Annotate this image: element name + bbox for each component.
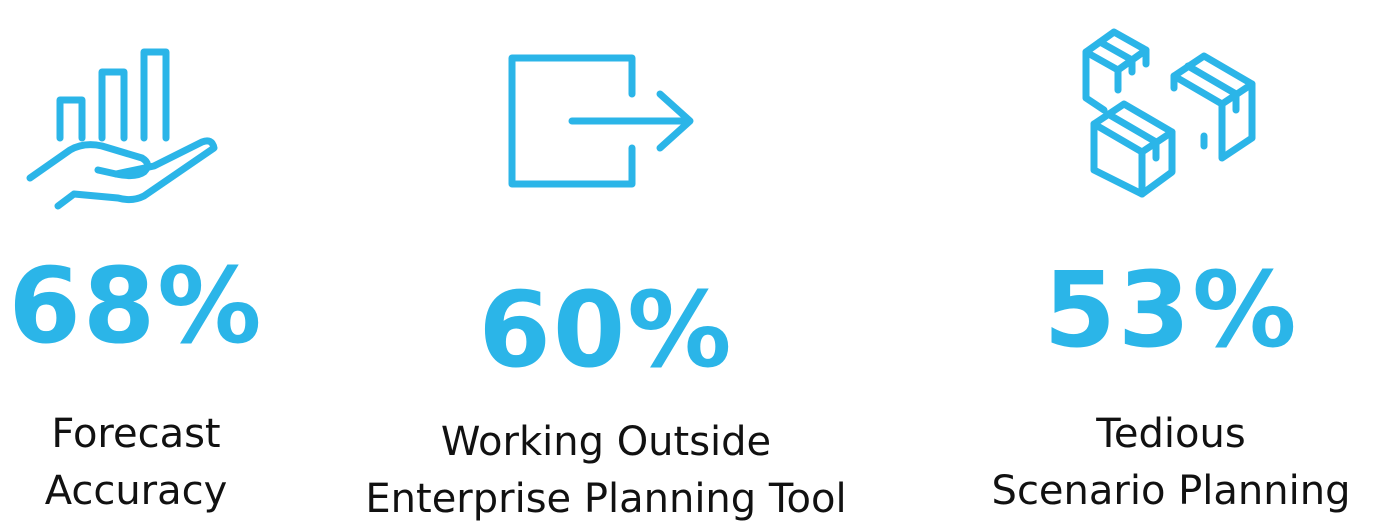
stat-label-line: Forecast: [51, 411, 221, 457]
stat-label-line: Scenario Planning: [991, 468, 1351, 514]
stat-label-line: Tedious: [1096, 411, 1246, 457]
hand-holding-bar-chart-icon: [24, 46, 224, 216]
stacked-boxes-icon: [1080, 24, 1260, 198]
stat-value: 60%: [478, 269, 734, 391]
stat-tedious-scenario-planning: 53% Tedious Scenario Planning: [966, 0, 1376, 528]
stat-label-line: Working Outside: [440, 419, 772, 465]
stat-working-outside: 60% Working Outside Enterprise Planning …: [300, 0, 912, 528]
stat-label: Working Outside Enterprise Planning Tool: [300, 414, 912, 528]
stat-label: Forecast Accuracy: [0, 406, 272, 520]
stat-label-line: Enterprise Planning Tool: [365, 476, 847, 522]
stat-value: 53%: [1043, 249, 1299, 371]
stat-label: Tedious Scenario Planning: [966, 406, 1376, 520]
stat-label-line: Accuracy: [44, 468, 228, 514]
exit-arrow-icon: [508, 54, 698, 188]
stat-forecast-accuracy: 68% Forecast Accuracy: [0, 0, 272, 528]
stat-value: 68%: [8, 245, 264, 367]
